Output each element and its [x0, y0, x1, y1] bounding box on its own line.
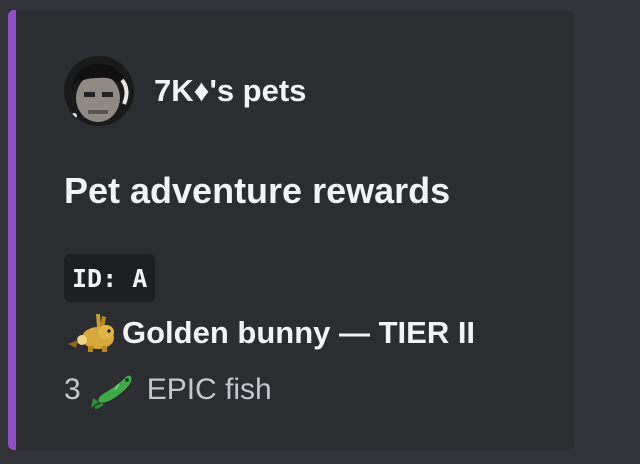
embed-card: 7K♦'s pets Pet adventure rewards ID: A G…	[8, 10, 574, 450]
author-name[interactable]: 7K♦'s pets	[154, 73, 306, 109]
fish-reward-line: 3 EPIC fish	[64, 366, 272, 414]
fish-count: 3	[64, 373, 81, 406]
author-avatar[interactable]	[64, 56, 134, 126]
pet-reward-line: Golden bunny — TIER II	[62, 308, 475, 358]
id-code-badge: ID: A	[64, 254, 156, 302]
user-avatar-icon	[64, 56, 134, 126]
embed-accent-bar	[8, 10, 16, 450]
pet-reward-text: Golden bunny — TIER II	[122, 315, 476, 350]
embed-author: 7K♦'s pets	[64, 56, 306, 126]
fish-reward-text: EPIC fish	[146, 373, 272, 406]
golden-bunny-icon	[68, 314, 114, 352]
embed-title: Pet adventure rewards	[64, 170, 451, 211]
fish-icon	[90, 375, 132, 410]
